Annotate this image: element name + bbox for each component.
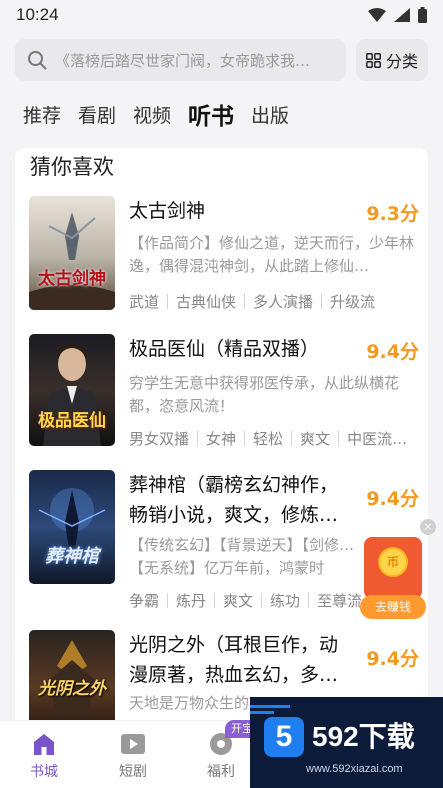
book-tags: 武道 古典仙侠 多人演播 升级流: [129, 289, 417, 313]
tag: 争霸: [129, 591, 160, 610]
book-title: 葬神棺（霸榜玄幻神作，畅销小说，爽文，修炼…: [129, 474, 339, 526]
category-button[interactable]: 分类: [356, 39, 428, 81]
divider: [291, 430, 293, 446]
book-title: 极品医仙（精品双播）: [129, 338, 320, 360]
nav-label: 福利: [207, 764, 235, 780]
tag: 升级流: [330, 292, 376, 311]
tag: 至尊流: [317, 591, 363, 610]
divider: [244, 293, 246, 309]
book-title: 光阴之外（耳根巨作，动漫原著，热血玄幻，多…: [129, 634, 339, 686]
nav-bookstore[interactable]: 书城: [14, 731, 74, 781]
divider: [321, 293, 323, 309]
content-tabs: 推荐 看剧 视频 听书 出版: [23, 96, 289, 132]
recommend-panel: 猜你喜欢 太古剑神 太古剑神 9.3分 【作品简介】修仙之道，逆天而行，少年林逸…: [15, 148, 428, 748]
status-bar: 10:24: [0, 0, 443, 30]
book-tags: 男女双播 女神 轻松 爽文 中医流…: [129, 426, 417, 450]
tag: 轻松: [253, 429, 284, 448]
house-icon: [34, 734, 54, 755]
tag: 多人演播: [253, 292, 314, 311]
watermark-logo: 5: [264, 717, 304, 757]
cover-title: 光阴之外: [38, 679, 106, 699]
book-score: 9.4分: [366, 341, 419, 363]
book-score: 9.3分: [366, 203, 419, 225]
grid-icon: [366, 52, 381, 68]
watermark: 5 592下载 www.592xiazai.com: [250, 697, 443, 788]
book-score: 9.4分: [366, 648, 419, 670]
book-cover[interactable]: 极品医仙: [29, 334, 115, 446]
tag: 武道: [129, 292, 160, 311]
book-description: 【传统玄幻】【背景逆天】【剑修…【无系统】亿万年前，鸿蒙时代，…: [129, 536, 355, 577]
book-item[interactable]: 太古剑神 太古剑神 9.3分 【作品简介】修仙之道，逆天而行，少年林逸，偶得混沌…: [29, 196, 419, 316]
search-placeholder: 《落榜后踏尽世家门阀，女帝跪求我…: [55, 51, 311, 70]
divider: [250, 711, 274, 714]
signal-icon: [394, 8, 410, 22]
tab-drama[interactable]: 看剧: [78, 101, 116, 128]
earn-money-widget[interactable]: 币 去赚钱: [360, 537, 426, 621]
tab-video[interactable]: 视频: [133, 101, 171, 128]
divider: [167, 293, 169, 309]
divider: [244, 430, 246, 446]
tag: 爽文: [223, 591, 254, 610]
book-cover[interactable]: 太古剑神: [29, 196, 115, 310]
search-icon: [28, 51, 47, 70]
tag: 炼丹: [176, 591, 207, 610]
tag: 女神: [206, 429, 237, 448]
divider: [250, 705, 290, 708]
watermark-url: www.592xiazai.com: [306, 763, 403, 775]
tab-audiobook[interactable]: 听书: [188, 97, 234, 131]
search-row: 《落榜后踏尽世家门阀，女帝跪求我… 分类: [15, 39, 428, 81]
book-description: 【作品简介】修仙之道，逆天而行，少年林逸，偶得混沌神剑，从此踏上修仙…: [129, 234, 415, 275]
tag: 练功: [270, 591, 301, 610]
divider: [338, 430, 340, 446]
earn-money-label: 去赚钱: [360, 595, 426, 619]
divider: [167, 592, 169, 608]
status-icons: [368, 7, 427, 23]
book-description: 天地是万物众生的: [129, 694, 250, 712]
play-icon: [121, 734, 145, 754]
tag: 古典仙侠: [176, 292, 237, 311]
battery-icon: [418, 7, 427, 23]
status-time: 10:24: [16, 5, 59, 24]
book-cover[interactable]: 葬神棺: [29, 470, 115, 584]
watermark-brand: 592下载: [312, 721, 415, 752]
coin-icon: 币: [378, 547, 408, 577]
divider: [308, 592, 310, 608]
book-item[interactable]: 极品医仙 极品医仙（精品双播） 9.4分 穷学生无意中获得邪医传承，从此纵横花都…: [29, 334, 419, 452]
close-icon[interactable]: ×: [420, 519, 436, 535]
book-description: 穷学生无意中获得邪医传承，从此纵横花都，恣意风流！: [129, 374, 400, 415]
cover-title: 极品医仙: [38, 411, 106, 431]
nav-short-drama[interactable]: 短剧: [103, 731, 163, 781]
category-label: 分类: [385, 52, 418, 71]
nav-label: 书城: [30, 764, 58, 780]
tag: 中医流…: [347, 429, 408, 448]
book-score: 9.4分: [366, 488, 419, 510]
divider: [197, 430, 199, 446]
nav-label: 短剧: [119, 764, 147, 780]
divider: [214, 592, 216, 608]
cover-title: 葬神棺: [45, 546, 99, 567]
tab-recommend[interactable]: 推荐: [23, 101, 61, 128]
cover-art: [29, 212, 115, 310]
tab-publish[interactable]: 出版: [251, 101, 289, 128]
book-title: 太古剑神: [129, 200, 206, 222]
section-title: 猜你喜欢: [30, 155, 114, 179]
divider: [261, 592, 263, 608]
tag: 男女双播: [129, 429, 190, 448]
nav-welfare[interactable]: 福利: [191, 731, 251, 781]
cover-title: 太古剑神: [38, 269, 106, 289]
wifi-icon: [368, 8, 386, 22]
tag: 爽文: [300, 429, 331, 448]
search-input[interactable]: 《落榜后踏尽世家门阀，女帝跪求我…: [15, 39, 346, 81]
